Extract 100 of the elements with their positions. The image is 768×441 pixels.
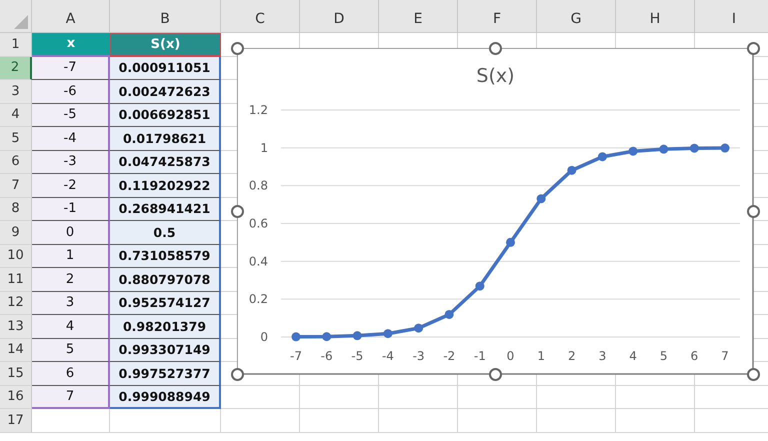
data-point — [598, 152, 607, 162]
row-number[interactable]: 12 — [0, 292, 32, 315]
data-point — [383, 329, 392, 338]
column-letter[interactable]: E — [379, 0, 458, 33]
table-cell: 0.98201379 — [110, 315, 221, 338]
x-axis-label: -7 — [290, 349, 302, 363]
x-axis-label: 6 — [690, 349, 698, 363]
data-point — [536, 194, 546, 204]
x-axis-label: 3 — [598, 349, 606, 363]
table-cell: -6 — [32, 80, 110, 104]
table-cell: 0.000911051 — [110, 56, 221, 80]
table-cell: 0.268941421 — [110, 198, 221, 221]
resize-handle[interactable] — [231, 42, 244, 55]
table-cell: -2 — [32, 174, 110, 198]
table-cell: 0.952574127 — [110, 292, 221, 315]
data-point — [414, 324, 424, 333]
data-point — [506, 238, 515, 247]
x-axis-label: 5 — [660, 349, 668, 363]
data-point — [475, 282, 484, 291]
row-number[interactable]: 3 — [0, 80, 32, 104]
chart-background[interactable] — [237, 48, 754, 375]
x-axis-label: -1 — [474, 349, 486, 363]
table-cell: 1 — [32, 244, 110, 268]
data-point — [352, 331, 362, 340]
table-cell: 0.01798621 — [110, 127, 221, 150]
column-letter[interactable]: H — [616, 0, 695, 33]
data-point — [628, 146, 638, 156]
column-letter[interactable]: B — [110, 0, 221, 33]
column-header: S(x) — [110, 33, 221, 56]
x-axis-label: 7 — [721, 349, 729, 363]
row-number[interactable]: 1 — [0, 33, 32, 56]
column-letter[interactable]: D — [300, 0, 379, 33]
row-number[interactable]: 17 — [0, 409, 32, 432]
data-point — [567, 166, 576, 175]
table-cell: -4 — [32, 127, 110, 150]
table-cell: 0.119202922 — [110, 174, 221, 198]
row-number[interactable]: 2 — [0, 56, 32, 80]
column-letter[interactable]: F — [458, 0, 537, 33]
row-number[interactable]: 16 — [0, 386, 32, 409]
y-axis-label: 0.2 — [248, 292, 268, 306]
table-cell: -1 — [32, 198, 110, 221]
y-axis-label: 0.8 — [248, 178, 268, 193]
chart-title: S(x) — [476, 65, 515, 87]
table-cell: 0 — [32, 221, 110, 244]
row-number[interactable]: 15 — [0, 362, 32, 386]
row-number[interactable]: 11 — [0, 268, 32, 292]
row-number[interactable]: 7 — [0, 174, 32, 198]
table-cell: -3 — [32, 150, 110, 174]
x-axis-label: -4 — [382, 349, 394, 363]
x-axis-label: -3 — [412, 349, 425, 363]
row-number[interactable]: 9 — [0, 221, 32, 244]
row-number[interactable]: 13 — [0, 315, 32, 338]
y-axis-label: 1.2 — [248, 103, 268, 117]
column-letter[interactable]: A — [32, 0, 110, 33]
y-axis-label: 0.6 — [248, 216, 268, 230]
data-point — [292, 332, 300, 342]
resize-handle[interactable] — [488, 42, 502, 55]
table-cell: 0.002472623 — [110, 80, 221, 104]
x-axis-label: 1 — [537, 349, 545, 363]
resize-handle[interactable] — [231, 204, 244, 218]
table-cell: 6 — [32, 362, 110, 386]
row-number[interactable]: 5 — [0, 127, 32, 150]
table-cell: 0.5 — [110, 221, 221, 244]
table-cell: 0.006692851 — [110, 104, 221, 127]
y-axis-label: 0 — [260, 330, 268, 344]
table-cell: 5 — [32, 338, 110, 362]
table-cell: 2 — [32, 268, 110, 292]
table-cell: 0.993307149 — [110, 338, 221, 362]
column-letter[interactable]: I — [695, 0, 768, 33]
y-axis-label: 0.4 — [248, 254, 268, 268]
table-cell: 0.997527377 — [110, 362, 221, 386]
x-axis-label: 0 — [506, 349, 514, 363]
y-axis-label: 1 — [260, 140, 268, 155]
column-letter[interactable]: G — [537, 0, 616, 33]
column-letter[interactable]: C — [221, 0, 300, 33]
table-cell: -5 — [32, 104, 110, 127]
table-cell: 4 — [32, 315, 110, 338]
data-point — [720, 144, 730, 153]
x-axis-label: -6 — [320, 349, 333, 363]
table-cell: 0.880797078 — [110, 268, 221, 292]
row-number[interactable]: 4 — [0, 104, 32, 127]
column-header: x — [32, 33, 110, 56]
resize-handle[interactable] — [747, 368, 760, 381]
resize-handle[interactable] — [747, 42, 760, 55]
row-number[interactable]: 8 — [0, 198, 32, 221]
table-cell: 0.999088949 — [110, 386, 221, 409]
row-number[interactable]: 6 — [0, 150, 32, 174]
x-axis-label: -2 — [443, 349, 456, 363]
row-number[interactable]: 10 — [0, 244, 32, 268]
row-number[interactable]: 14 — [0, 338, 32, 362]
table-cell: 3 — [32, 292, 110, 315]
data-point — [322, 332, 332, 342]
table-cell: -7 — [32, 56, 110, 80]
x-axis-label: 2 — [568, 349, 576, 363]
x-axis-label: 4 — [629, 349, 637, 363]
data-point — [444, 310, 454, 319]
table-cell: 0.047425873 — [110, 150, 221, 174]
resize-handle[interactable] — [231, 368, 244, 381]
table-cell: 0.731058579 — [110, 244, 221, 268]
table-cell: 7 — [32, 386, 110, 409]
